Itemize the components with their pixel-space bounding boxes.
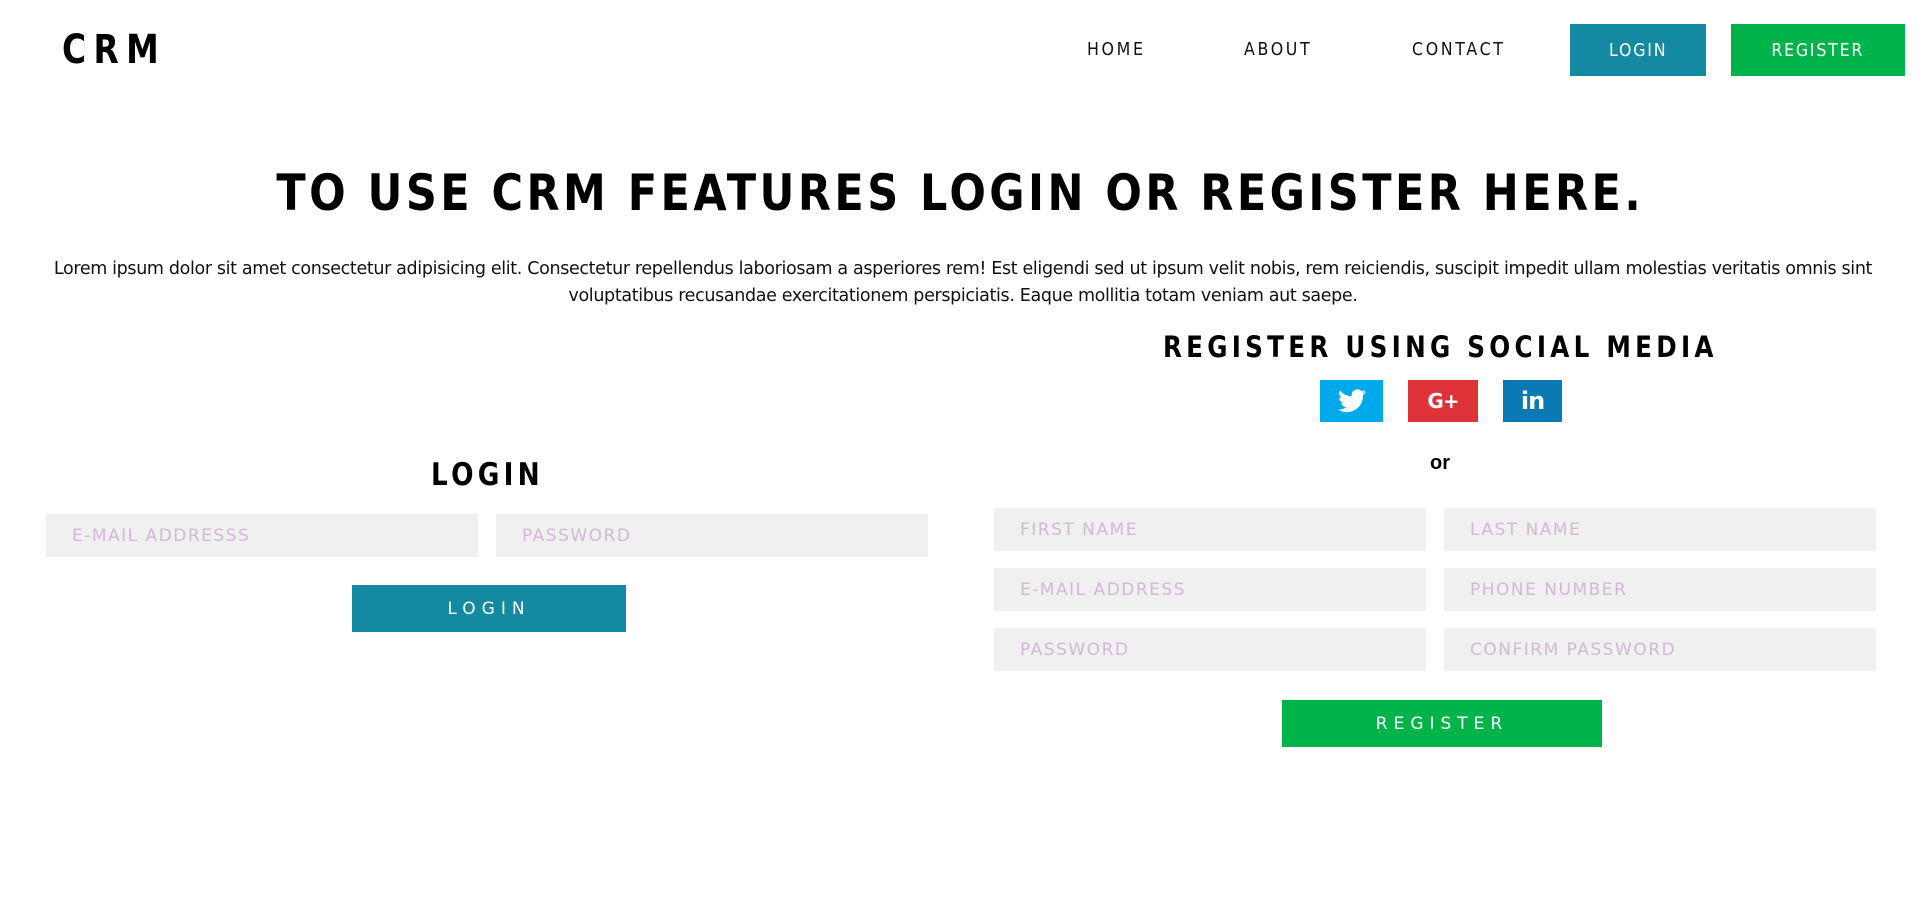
login-submit-button[interactable]: LOGIN <box>352 585 626 632</box>
linkedin-icon: in <box>1520 387 1545 415</box>
register-submit-button[interactable]: REGISTER <box>1282 700 1602 747</box>
nav-login-button[interactable]: LOGIN <box>1570 24 1706 76</box>
register-email-field[interactable] <box>994 568 1426 611</box>
confirm-password-field[interactable] <box>1444 628 1876 671</box>
login-heading-text: LOGIN <box>431 457 544 493</box>
phone-number-field[interactable] <box>1444 568 1876 611</box>
nav-login-label: LOGIN <box>1608 39 1668 61</box>
social-register-heading: REGISTER USING SOCIAL MEDIA <box>980 326 1900 368</box>
crm-logo[interactable]: CRM <box>62 22 166 78</box>
social-register-heading-text: REGISTER USING SOCIAL MEDIA <box>1162 330 1718 364</box>
login-heading: LOGIN <box>40 453 935 497</box>
page-title-text: TO USE CRM FEATURES LOGIN OR REGISTER HE… <box>276 164 1644 222</box>
first-name-field[interactable] <box>994 508 1426 551</box>
google-plus-button[interactable]: G+ <box>1408 380 1478 422</box>
twitter-icon <box>1337 389 1366 413</box>
last-name-field[interactable] <box>1444 508 1876 551</box>
nav-about-link[interactable]: ABOUT <box>1244 38 1312 62</box>
google-plus-icon: G+ <box>1427 389 1459 413</box>
login-password-field[interactable] <box>496 514 928 557</box>
page-title: TO USE CRM FEATURES LOGIN OR REGISTER HE… <box>0 158 1920 228</box>
nav-register-button[interactable]: REGISTER <box>1731 24 1905 76</box>
login-email-field[interactable] <box>46 514 478 557</box>
twitter-button[interactable] <box>1320 380 1383 422</box>
login-submit-label: LOGIN <box>447 598 531 619</box>
nav-home-link[interactable]: HOME <box>1087 38 1146 62</box>
register-submit-label: REGISTER <box>1375 713 1509 734</box>
or-separator: or <box>1430 452 1450 474</box>
nav-register-label: REGISTER <box>1771 39 1865 61</box>
site-header: CRM HOME ABOUT CONTACT LOGIN REGISTER <box>0 0 1920 100</box>
nav-contact-link[interactable]: CONTACT <box>1412 38 1506 62</box>
linkedin-button[interactable]: in <box>1503 380 1562 422</box>
intro-paragraph: Lorem ipsum dolor sit amet consectetur a… <box>53 259 1873 306</box>
register-password-field[interactable] <box>994 628 1426 671</box>
